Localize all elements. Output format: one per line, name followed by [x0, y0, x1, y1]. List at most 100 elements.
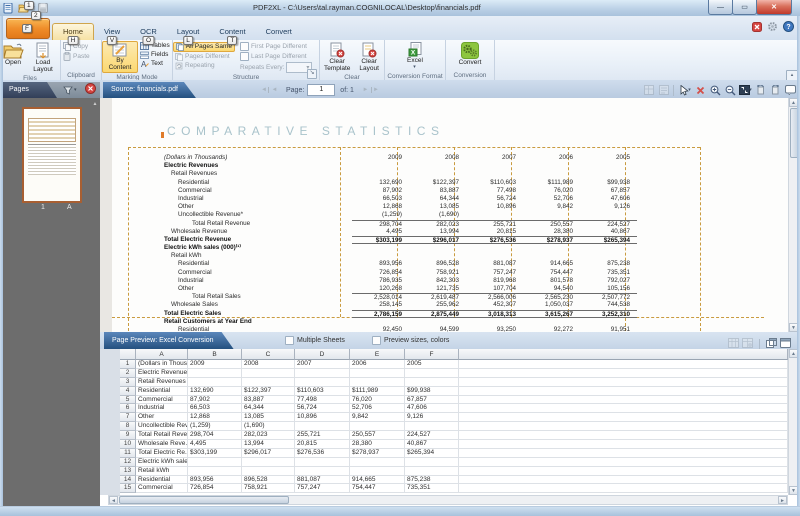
- paste-button[interactable]: Paste: [61, 52, 92, 61]
- keytip: L: [183, 36, 193, 45]
- help-icon[interactable]: ?: [783, 19, 794, 37]
- convert-button[interactable]: Convert: [457, 41, 484, 67]
- grid-row-number[interactable]: 3: [120, 377, 136, 387]
- grid-cell: [405, 457, 459, 467]
- fields-button[interactable]: Fields: [138, 51, 172, 59]
- grid-horizontal-scrollbar[interactable]: ◄ ►: [108, 495, 788, 505]
- grid-row-number[interactable]: 12: [120, 457, 136, 467]
- last-page-different-checkbox[interactable]: Last Page Different: [238, 52, 314, 61]
- grid-cell: [242, 457, 295, 467]
- minimize-button[interactable]: —: [708, 0, 733, 15]
- preview-tab[interactable]: Page Preview: Excel Conversion: [104, 332, 234, 349]
- grid-column-header-C[interactable]: C: [242, 349, 295, 360]
- grid-row-number[interactable]: 11: [120, 448, 136, 458]
- pages-filter-button[interactable]: ▾: [63, 86, 77, 95]
- grid-cell: 10,896: [295, 413, 350, 423]
- marking-guide-top[interactable]: [128, 147, 700, 148]
- grid-row-number[interactable]: 9: [120, 431, 136, 441]
- grid-cell: 896,528: [242, 475, 295, 485]
- close-document-icon[interactable]: [752, 19, 762, 37]
- checkbox-icon: [285, 336, 294, 345]
- grid-column-header-A[interactable]: A: [136, 349, 188, 360]
- comments-panel-icon[interactable]: [784, 84, 797, 96]
- tab-home[interactable]: Home H: [52, 23, 95, 45]
- grid-row-number[interactable]: 4: [120, 386, 136, 396]
- page-number-input[interactable]: 1: [307, 84, 336, 96]
- thumbnails-tool-icon[interactable]: [642, 84, 655, 96]
- layout-tool-icon[interactable]: [657, 84, 670, 96]
- grid-row-number[interactable]: 8: [120, 422, 136, 432]
- last-page-button[interactable]: ►: [370, 87, 380, 93]
- zoom-mode-icon[interactable]: ▾: [739, 84, 752, 96]
- grid-row-number[interactable]: 7: [120, 413, 136, 423]
- preview-sizes-checkbox[interactable]: Preview sizes, colors: [372, 336, 449, 345]
- grid-row-number[interactable]: 5: [120, 395, 136, 405]
- source-tab[interactable]: Source: financials.pdf: [103, 82, 196, 98]
- grid-corner-cell[interactable]: [120, 349, 136, 360]
- tab-convert[interactable]: Convert: [256, 24, 302, 40]
- excel-format-button[interactable]: X Excel ▾: [405, 41, 425, 72]
- grid-column-header-E[interactable]: E: [350, 349, 405, 360]
- grid-row-number[interactable]: 14: [120, 475, 136, 485]
- document-view[interactable]: COMPARATIVE STATISTICS (Dollars in Thous…: [100, 98, 788, 332]
- first-page-different-checkbox[interactable]: First Page Different: [238, 42, 314, 51]
- page-thumbnail[interactable]: [22, 107, 82, 203]
- scroll-thumb[interactable]: [119, 496, 289, 504]
- scroll-right-arrow[interactable]: ►: [778, 496, 787, 504]
- tab-content[interactable]: Content T: [209, 24, 255, 45]
- pdf-table-row: Commercial 87,902 83,887 77,498 76,020 67,857: [178, 186, 630, 194]
- clear-template-button[interactable]: Clear Template: [320, 41, 354, 73]
- pages-panel-close-button[interactable]: [84, 81, 96, 99]
- excel-dropdown-icon[interactable]: ▾: [413, 64, 416, 71]
- grid-column-header-B[interactable]: B: [188, 349, 242, 360]
- delete-mark-icon[interactable]: [694, 84, 707, 96]
- grid-column-header-F[interactable]: F: [405, 349, 459, 360]
- grid-cell: 76,020: [350, 395, 405, 405]
- pages-tab[interactable]: Pages: [3, 82, 57, 98]
- pages-scroll-up-icon[interactable]: ▲: [91, 100, 99, 109]
- next-page-button[interactable]: ►: [360, 87, 371, 93]
- tab-view[interactable]: View V: [94, 24, 130, 45]
- marking-guide-column[interactable]: [128, 147, 129, 331]
- select-tool-icon[interactable]: ▾: [679, 84, 692, 96]
- tab-ocr[interactable]: OCR O: [130, 24, 167, 45]
- by-content-button[interactable]: By Content: [102, 41, 138, 73]
- grid-row-number[interactable]: 15: [120, 484, 136, 494]
- settings-gear-icon[interactable]: [767, 19, 778, 37]
- structure-dialog-launcher[interactable]: ↘: [307, 69, 317, 79]
- text-button[interactable]: A Text: [138, 60, 172, 68]
- rotate-left-icon[interactable]: [754, 84, 767, 96]
- zoom-in-icon[interactable]: [709, 84, 722, 96]
- grid-cell: $296,017: [242, 448, 295, 458]
- pages-different-button[interactable]: Pages Different: [173, 53, 235, 61]
- grid-cell: 224,527: [405, 431, 459, 441]
- first-page-button[interactable]: ◄: [260, 87, 269, 93]
- repeats-every-field[interactable]: Repeats Every: ▾: [238, 62, 314, 73]
- grid-row-number[interactable]: 6: [120, 404, 136, 414]
- open-button[interactable]: Open: [0, 41, 26, 67]
- close-button[interactable]: ✕: [756, 0, 792, 15]
- grid-cell: 282,023: [242, 431, 295, 441]
- repeating-button[interactable]: Repeating: [173, 62, 235, 70]
- pdf-page[interactable]: COMPARATIVE STATISTICS (Dollars in Thous…: [112, 98, 788, 332]
- grid-row-number[interactable]: 10: [120, 440, 136, 449]
- previous-page-button[interactable]: ◄: [269, 87, 280, 93]
- marking-guide-right[interactable]: [700, 147, 701, 331]
- app-icon: [2, 2, 15, 14]
- tab-layout[interactable]: Layout L: [167, 24, 210, 45]
- grid-row-number[interactable]: 13: [120, 466, 136, 476]
- rotate-right-icon[interactable]: [769, 84, 782, 96]
- maximize-button[interactable]: ▭: [732, 0, 757, 15]
- grid-cell: Commercial: [136, 395, 188, 405]
- all-pages-same-button[interactable]: All Pages Same: [173, 42, 235, 52]
- scroll-left-arrow[interactable]: ◄: [109, 496, 118, 504]
- grid-column-header-D[interactable]: D: [295, 349, 350, 360]
- load-layout-button[interactable]: Load Layout: [26, 41, 60, 74]
- grid-row-number[interactable]: 1: [120, 360, 136, 369]
- multiple-sheets-checkbox[interactable]: Multiple Sheets: [285, 336, 345, 345]
- grid-row-number[interactable]: 2: [120, 368, 136, 378]
- zoom-out-icon[interactable]: [724, 84, 737, 96]
- app-quick-icons: ?: [752, 19, 794, 37]
- grid-cell: 255,721: [295, 431, 350, 441]
- clear-layout-button[interactable]: Clear Layout: [354, 41, 384, 73]
